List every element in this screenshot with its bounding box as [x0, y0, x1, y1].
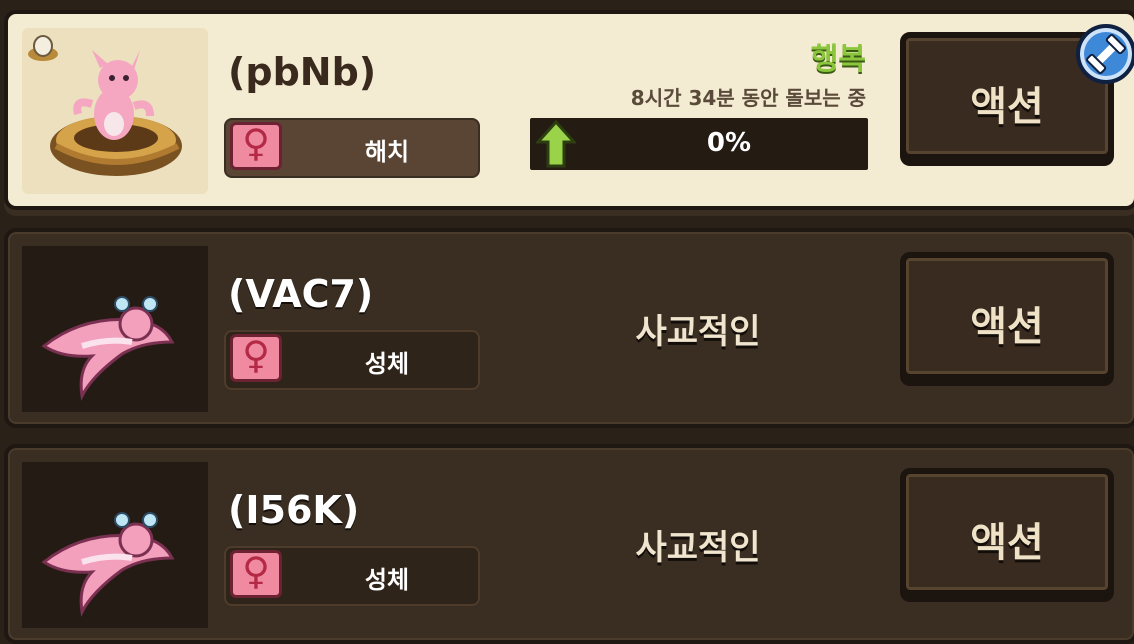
pet-name: (pbNb) — [228, 50, 377, 94]
stage-badge: ♀ 해치 — [224, 118, 480, 178]
pet-name: (VAC7) — [228, 272, 374, 316]
female-icon: ♀ — [230, 333, 282, 382]
adult-pet-icon — [41, 296, 175, 401]
pet-portrait — [22, 246, 208, 412]
mood-label: 행복 — [810, 42, 866, 77]
pet-name: (I56K) — [228, 488, 360, 532]
stage-label: 성체 — [364, 350, 410, 378]
egg-icon — [28, 35, 58, 61]
action-button[interactable]: 액션 — [900, 252, 1114, 380]
training-badge[interactable] — [1076, 24, 1134, 84]
action-button-label: 액션 — [970, 520, 1044, 566]
care-time-text: 8시간 34분 동안 돌보는 중 — [630, 86, 866, 110]
pet-card-3[interactable]: (I56K) ♀ 성체 사교적인 액션 — [4, 444, 1134, 644]
pet-card-2[interactable]: (VAC7) ♀ 성체 사교적인 액션 — [4, 228, 1134, 428]
growth-progress-bar: 0% — [530, 118, 868, 170]
personality-status: 사교적인 — [635, 312, 761, 352]
female-icon: ♀ — [230, 549, 282, 598]
stage-label: 해치 — [364, 138, 410, 166]
adult-pet-icon — [41, 512, 175, 617]
action-button-label: 액션 — [970, 84, 1044, 130]
pet-portrait — [22, 462, 208, 628]
up-arrow-icon — [536, 120, 576, 168]
pet-card-1[interactable]: (pbNb) ♀ 해치 행복 8시간 34분 동안 돌보는 중 0% 액션 — [4, 10, 1134, 210]
progress-percent: 0% — [706, 128, 752, 158]
action-button-label: 액션 — [970, 304, 1044, 350]
stage-label: 성체 — [364, 566, 410, 594]
female-icon: ♀ — [230, 121, 282, 170]
stage-badge: ♀ 성체 — [224, 330, 480, 390]
personality-status: 사교적인 — [635, 528, 761, 568]
stage-badge: ♀ 성체 — [224, 546, 480, 606]
dumbbell-icon — [1086, 34, 1126, 74]
action-button[interactable]: 액션 — [900, 468, 1114, 596]
